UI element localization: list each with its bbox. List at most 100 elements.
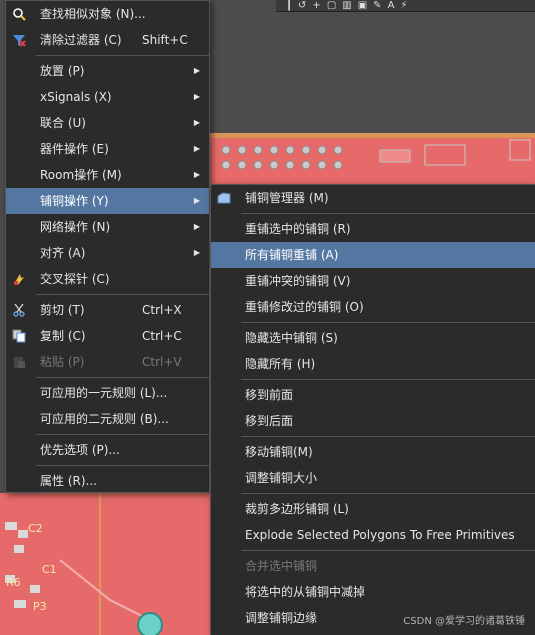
context-menu: 查找相似对象 (N)... 清除过滤器 (C) Shift+C 放置 (P) ▶ xSig… [5,0,210,493]
route-icon[interactable]: ↺ [298,0,306,11]
rect-select-icon[interactable]: ▢ [327,0,336,11]
submenu-arrow-icon: ▶ [193,144,200,153]
menu-item[interactable]: 剪切 (T) Ctrl+X [6,297,209,323]
submenu-item: 合并选中铺铜 [211,553,535,579]
menu-item-label: 优先选项 (P)... [40,443,120,457]
menu-separator [241,213,535,214]
menu-item-label: 隐藏所有 (H) [245,357,316,371]
submenu-item[interactable]: 铺铜管理器 (M) [211,185,535,211]
menu-item-shortcut: Shift+C [142,33,188,47]
menu-item-label: 属性 (R)... [40,474,97,488]
menu-item[interactable]: 清除过滤器 (C) Shift+C [6,27,209,53]
menu-separator [241,550,535,551]
menu-item[interactable]: 属性 (R)... [6,468,209,494]
pin-icon[interactable]: ┃ [286,0,292,11]
submenu-item[interactable]: 移到后面 [211,408,535,434]
polygon-manager-icon [217,191,231,205]
menu-item-label: 移到后面 [245,414,294,428]
menu-item-label: 重铺修改过的铺铜 (O) [245,300,364,314]
menu-separator [241,436,535,437]
submenu-arrow-icon: ▶ [193,248,200,257]
menu-item-label: 调整铺铜大小 [245,471,318,485]
submenu-item[interactable]: Explode Selected Polygons To Free Primit… [211,522,535,548]
menu-item-label: 放置 (P) [40,64,85,78]
menu-item-label: 调整铺铜边缘 [245,611,318,625]
submenu-item[interactable]: 移动铺铜(M) [211,439,535,465]
submenu-item[interactable]: 重铺选中的铺铜 (R) [211,216,535,242]
menu-item-label: 清除过滤器 (C) [40,33,122,47]
paste-icon [12,355,26,369]
menu-item-label: 将选中的从铺铜中减掉 [245,585,366,599]
interactive-icon[interactable]: ⚡ [400,0,407,11]
watermark: CSDN @爱学习的诸葛铁锤 [403,616,525,627]
menu-separator [241,322,535,323]
menu-item[interactable]: 交叉探针 (C) [6,266,209,292]
menu-item[interactable]: xSignals (X) ▶ [6,84,209,110]
menu-separator [241,379,535,380]
menu-item[interactable]: 放置 (P) ▶ [6,58,209,84]
bar-chart-icon[interactable]: ▥ [342,0,351,11]
menu-item-label: 铺铜操作 (Y) [40,194,109,208]
silkscreen-p3: P3 [33,600,47,613]
menu-item-label: 铺铜管理器 (M) [245,191,329,205]
menu-item[interactable]: Room操作 (M) ▶ [6,162,209,188]
menu-item[interactable]: 器件操作 (E) ▶ [6,136,209,162]
menu-item-label: 粘贴 (P) [40,355,85,369]
menu-item-label: 器件操作 (E) [40,142,109,156]
menu-item[interactable]: 可应用的一元规则 (L)... [6,380,209,406]
menu-item-shortcut: Ctrl+C [142,329,182,343]
menu-item-label: 剪切 (T) [40,303,85,317]
chip-icon[interactable]: ▣ [358,0,367,11]
menu-item-label: 合并选中铺铜 [245,559,318,573]
menu-item[interactable]: 联合 (U) ▶ [6,110,209,136]
submenu-arrow-icon: ▶ [193,196,200,205]
menu-item-label: 重铺选中的铺铜 (R) [245,222,351,236]
menu-item-label: 裁剪多边形铺铜 (L) [245,502,349,516]
menu-item[interactable]: 复制 (C) Ctrl+C [6,323,209,349]
menu-item-label: 交叉探针 (C) [40,272,110,286]
search-icon [12,7,26,21]
menu-item-label: 复制 (C) [40,329,86,343]
menu-item-label: Explode Selected Polygons To Free Primit… [245,528,515,542]
copper-region-bottom [0,493,212,635]
menu-item[interactable]: 查找相似对象 (N)... [6,1,209,27]
polygon-pour-submenu: 铺铜管理器 (M) 重铺选中的铺铜 (R) 所有铺铜重铺 (A) 重铺冲突的铺铜 (V… [210,184,535,635]
submenu-arrow-icon: ▶ [193,222,200,231]
menu-item[interactable]: 可应用的二元规则 (B)... [6,406,209,432]
submenu-item[interactable]: 所有铺铜重铺 (A) [211,242,535,268]
submenu-item[interactable]: 重铺冲突的铺铜 (V) [211,268,535,294]
submenu-item[interactable]: 移到前面 [211,382,535,408]
submenu-arrow-icon: ▶ [193,118,200,127]
menu-item-label: 对齐 (A) [40,246,86,260]
menu-separator [36,55,209,56]
submenu-arrow-icon: ▶ [193,92,200,101]
menu-item[interactable]: 对齐 (A) ▶ [6,240,209,266]
active-bar-toolbar: ┃ ↺ + ▢ ▥ ▣ ✎ A ⚡ [276,0,535,12]
menu-item[interactable]: 铺铜操作 (Y) ▶ [6,188,209,214]
menu-item-label: 移到前面 [245,388,294,402]
submenu-item[interactable]: 隐藏所有 (H) [211,351,535,377]
menu-item[interactable]: 网络操作 (N) ▶ [6,214,209,240]
clear-filter-icon [12,33,26,47]
text-a-icon[interactable]: A [388,0,395,11]
menu-item-shortcut: Ctrl+V [142,355,182,369]
menu-item-label: 可应用的二元规则 (B)... [40,412,169,426]
menu-item-label: 隐藏选中铺铜 (S) [245,331,338,345]
menu-item[interactable]: 优先选项 (P)... [6,437,209,463]
copper-region-top [205,133,535,185]
menu-item: 粘贴 (P) Ctrl+V [6,349,209,375]
submenu-item[interactable]: 将选中的从铺铜中减掉 [211,579,535,605]
menu-item-label: 所有铺铜重铺 (A) [245,248,339,262]
copy-icon [12,329,26,343]
plus-icon[interactable]: + [312,0,320,11]
silkscreen-c1: C1 [42,563,57,576]
menu-item-label: 网络操作 (N) [40,220,111,234]
submenu-item[interactable]: 调整铺铜大小 [211,465,535,491]
submenu-item[interactable]: 隐藏选中铺铜 (S) [211,325,535,351]
submenu-arrow-icon: ▶ [193,170,200,179]
menu-separator [36,465,209,466]
submenu-item[interactable]: 裁剪多边形铺铜 (L) [211,496,535,522]
silkscreen-r6: R6 [6,576,21,589]
submenu-item[interactable]: 重铺修改过的铺铜 (O) [211,294,535,320]
pencil-icon[interactable]: ✎ [373,0,381,11]
